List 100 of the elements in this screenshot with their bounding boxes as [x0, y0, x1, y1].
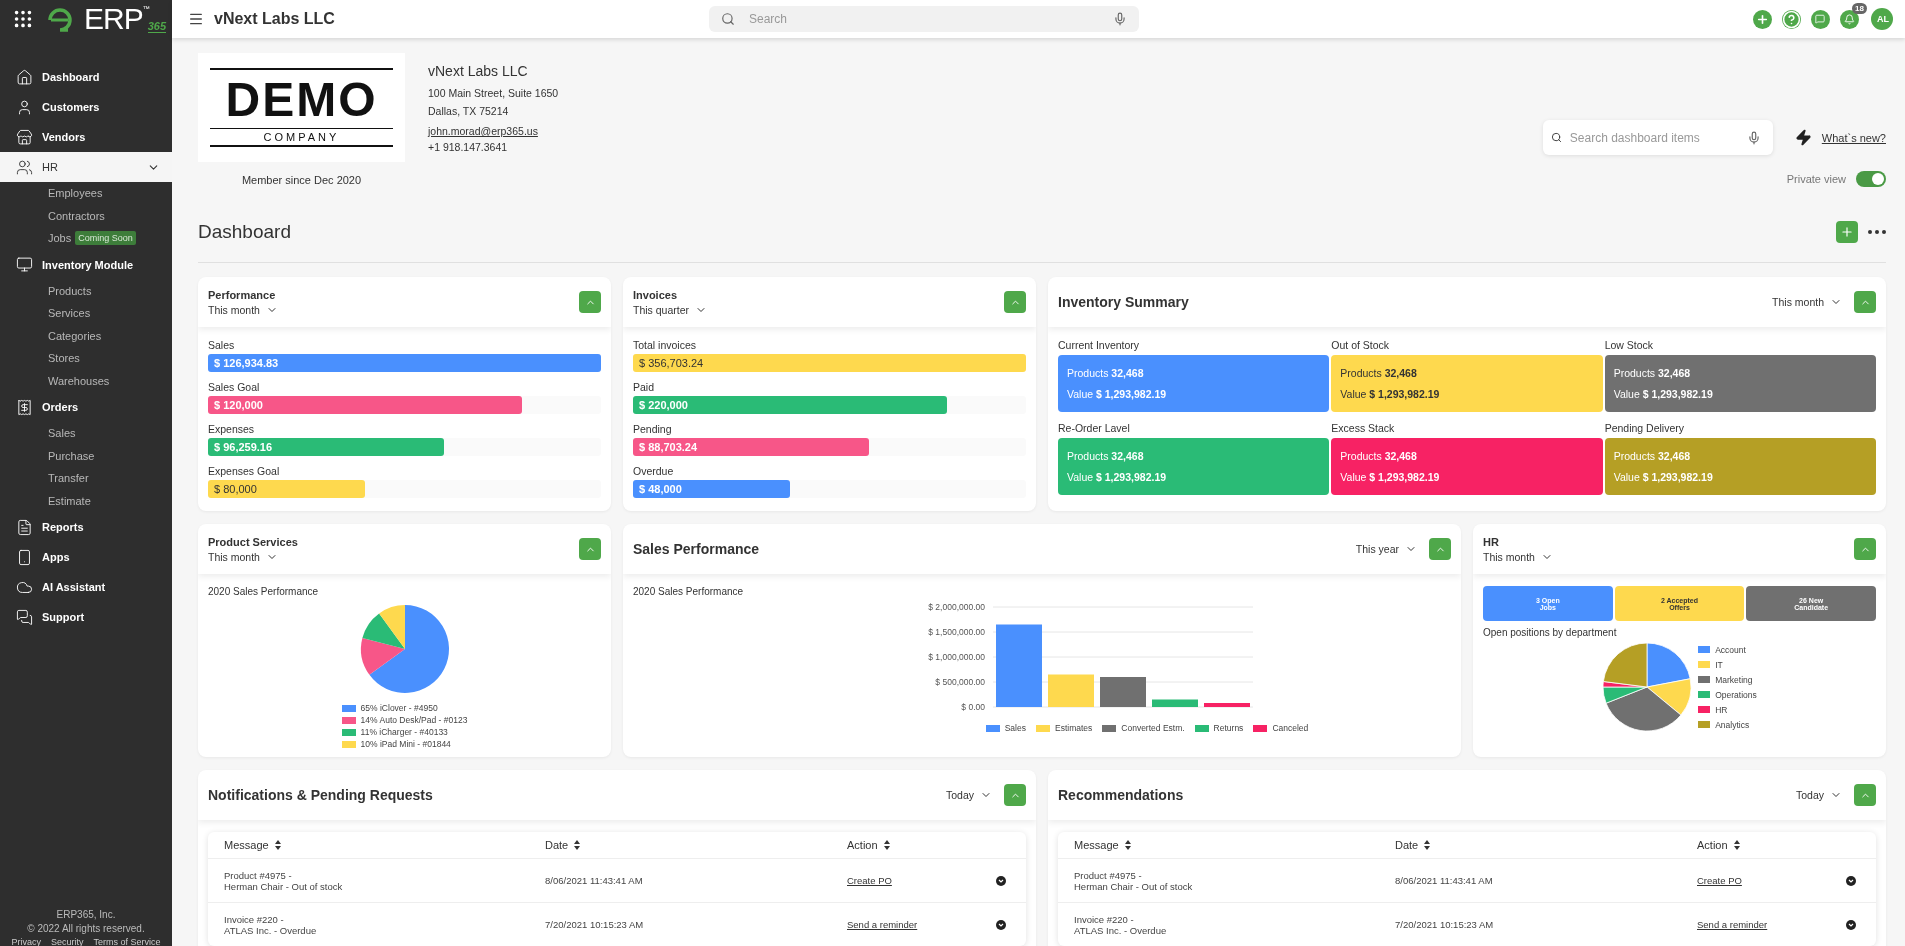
nav-subitem[interactable]: Services [0, 302, 172, 325]
card-title: Inventory Summary [1058, 294, 1190, 310]
period-dropdown[interactable]: This month [208, 550, 278, 563]
bar-label: Paid [633, 381, 655, 393]
nav-subitem[interactable]: Transfer [0, 467, 172, 490]
nav-icon [16, 608, 33, 626]
nav-item[interactable]: Vendors [0, 122, 172, 152]
search-icon [1550, 132, 1562, 143]
period-dropdown[interactable]: This quarter [633, 303, 708, 316]
member-since-text: Member since Dec 2020 [241, 174, 362, 186]
table-cell: 8/06/2021 11:43:41 AM [1395, 875, 1493, 886]
nav-icon [16, 158, 33, 176]
period-dropdown[interactable]: This month [1772, 296, 1842, 308]
company-name: vNext Labs LLC [428, 63, 529, 79]
action-link[interactable]: Create PO [1697, 875, 1742, 886]
nav-item[interactable]: AI Assistant [0, 572, 172, 602]
nav-subitem[interactable]: Warehouses [0, 369, 172, 392]
collapse-button[interactable] [579, 291, 601, 313]
collapse-button[interactable] [1854, 291, 1876, 313]
expand-icon [1846, 875, 1856, 886]
bar-label: Total invoices [633, 339, 698, 351]
column-header[interactable]: Message [1074, 839, 1131, 851]
email-link[interactable]: john.morad@erp365.us [428, 124, 559, 138]
bar-label: Expenses Goal [208, 465, 281, 477]
search-field[interactable]: Search [708, 6, 1139, 32]
plus-icon [1756, 12, 1769, 26]
nav-subitem[interactable]: Purchase [0, 444, 172, 467]
nav-item[interactable]: Support [0, 602, 172, 632]
collapse-button[interactable] [1854, 538, 1876, 560]
column-header[interactable]: Date [545, 839, 581, 851]
apps-grid-icon[interactable] [12, 8, 34, 30]
collapse-button[interactable] [1854, 784, 1876, 806]
nav-subitem[interactable]: Contractors [0, 204, 172, 227]
sort-icon [574, 840, 581, 850]
nav-icon [16, 98, 33, 116]
period-dropdown[interactable]: This month [208, 303, 278, 316]
nav-subitem[interactable]: Jobs Coming Soon [0, 227, 172, 250]
nav-item[interactable]: Apps [0, 542, 172, 572]
search-input[interactable]: Search [746, 11, 1101, 27]
nav-item[interactable]: Reports [0, 512, 172, 542]
chat-button[interactable] [1811, 9, 1830, 29]
nav-subitem[interactable]: Estimate [0, 489, 172, 512]
expand-icon [996, 875, 1006, 886]
footer-link[interactable]: Privacy [11, 937, 41, 946]
nav-item[interactable]: Dashboard [0, 62, 172, 92]
tile-label: Low Stock [1604, 339, 1655, 351]
action-link[interactable]: Create PO [847, 875, 892, 886]
period-dropdown[interactable]: Today [945, 789, 992, 801]
menu-icon[interactable] [188, 11, 204, 27]
tile-text: Value $ 1,293,982.19 [1613, 471, 1714, 483]
tile-text: Products 32,468 [1340, 450, 1418, 462]
footer-link[interactable]: Terms of Service [93, 937, 161, 946]
axis-label: $ 0.00 [961, 702, 985, 712]
action-link[interactable]: Send a reminder [1697, 919, 1768, 930]
more-button[interactable] [1868, 230, 1886, 234]
bar-label: Pending [633, 423, 673, 435]
table-cell: Product #4975 - Herman Chair - Out of stock [224, 869, 343, 892]
legend-label: 11% iCharger - #40133 [360, 727, 448, 737]
period-dropdown[interactable]: This month [1483, 550, 1553, 563]
column-header[interactable]: Action [847, 839, 890, 851]
nav-item[interactable]: Customers [0, 92, 172, 122]
help-button[interactable] [1782, 9, 1801, 29]
period-dropdown[interactable]: This year [1355, 543, 1417, 555]
table-cell: Invoice #220 - ATLAS Inc. - Overdue [224, 913, 317, 936]
value-bar: $ 356,703.24 [633, 354, 1026, 372]
value-bar: $ 120,000 [208, 396, 523, 414]
period-dropdown[interactable]: Today [1795, 789, 1842, 801]
column-header[interactable]: Message [224, 839, 281, 851]
axis-label: $ 500,000.00 [935, 677, 985, 687]
bar-label: Sales Goal [208, 381, 261, 393]
add-button[interactable] [1836, 221, 1858, 243]
whats-new-link[interactable]: What`s new? [1821, 131, 1886, 144]
toggle-switch[interactable] [1856, 171, 1886, 187]
nav-subitem[interactable]: Sales [0, 422, 172, 445]
add-button[interactable] [1753, 9, 1772, 29]
column-header[interactable]: Date [1395, 839, 1431, 851]
collapse-button[interactable] [1004, 784, 1026, 806]
microphone-icon[interactable] [1746, 130, 1761, 145]
nav-subitem[interactable]: Employees [0, 182, 172, 205]
expand-icon [1846, 919, 1856, 930]
nav-item[interactable]: Orders [0, 392, 172, 422]
nav-subitem[interactable]: Stores [0, 347, 172, 370]
nav-item[interactable]: HR [0, 152, 172, 182]
search-input[interactable]: Search dashboard items [1567, 129, 1741, 146]
nav-item[interactable]: Inventory Module [0, 249, 172, 280]
nav-subitem[interactable]: Products [0, 279, 172, 302]
microphone-icon[interactable] [1112, 12, 1127, 26]
column-header[interactable]: Action [1697, 839, 1740, 851]
address-line: 100 Main Street, Suite 1650 [428, 86, 559, 101]
collapse-button[interactable] [1004, 291, 1026, 313]
status-badge: Coming Soon [75, 231, 136, 246]
footer-link[interactable]: Security [51, 937, 84, 946]
search-field[interactable]: Search dashboard items [1542, 120, 1773, 155]
nav-subitem[interactable]: Categories [0, 324, 172, 347]
sort-icon [274, 840, 281, 850]
action-link[interactable]: Send a reminder [847, 919, 918, 930]
collapse-button[interactable] [1429, 538, 1451, 560]
collapse-button[interactable] [579, 538, 601, 560]
notifications-button[interactable] [1840, 9, 1859, 29]
tile-text: Products 32,468 [1340, 367, 1418, 379]
